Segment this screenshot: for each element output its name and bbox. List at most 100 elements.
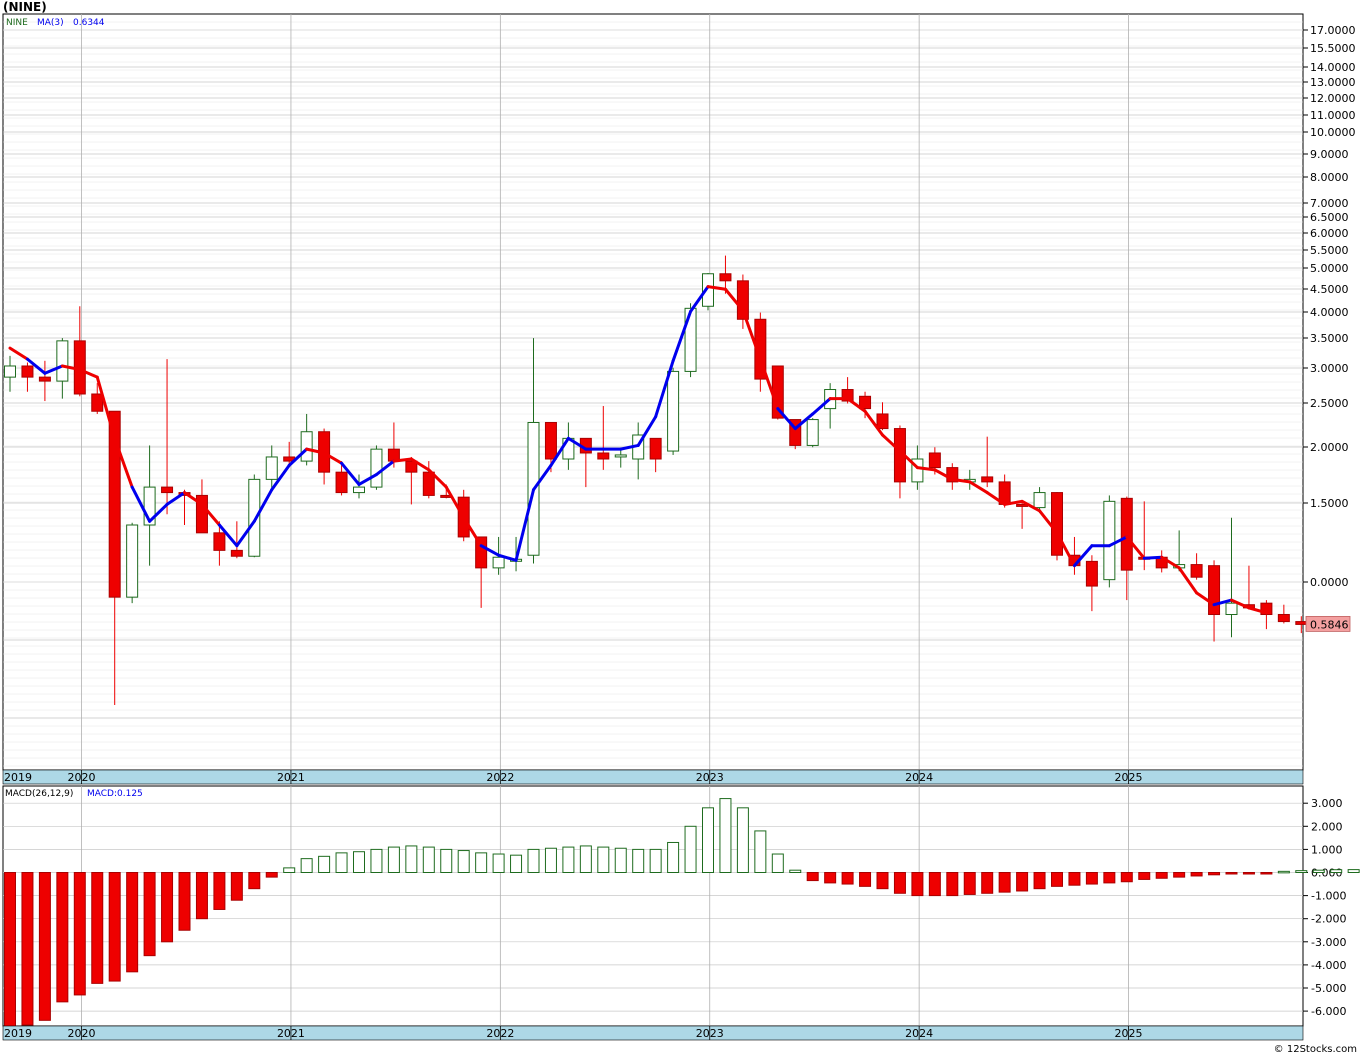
candle-up [265, 456, 278, 480]
macd-bar-negative [143, 872, 156, 957]
price-legend: NINE MA(3) 0.6344 [6, 18, 105, 28]
candle-down [213, 532, 226, 551]
macd-bar-positive [719, 798, 732, 874]
macd-bar-positive [562, 846, 575, 874]
candle-down [161, 486, 174, 494]
macd-panel: 3.0002.0001.0000.000-1.000-2.000-3.000-4… [2, 785, 1360, 1041]
macd-bar-positive [614, 847, 627, 873]
year-label: 2021 [277, 771, 305, 784]
macd-bar-negative [1155, 872, 1168, 879]
candle-up [684, 307, 697, 372]
macd-bar-negative [178, 872, 191, 931]
price-tick-label: 4.5000 [1310, 283, 1349, 296]
candle-down [230, 549, 243, 557]
macd-bar-positive [544, 847, 557, 873]
ma-segment [1142, 555, 1164, 560]
macd-bar-negative [56, 872, 69, 1003]
macd-bar-positive [318, 855, 331, 874]
macd-bar-negative [213, 872, 226, 910]
macd-bar-negative [91, 872, 104, 984]
price-tick-label: 17.0000 [1310, 24, 1356, 37]
price-tick-label: 5.5000 [1310, 244, 1349, 257]
legend-symbol: NINE [6, 18, 28, 28]
macd-year-label: 2025 [1115, 1027, 1143, 1040]
candle-down [335, 471, 348, 494]
macd-year-label: 2021 [277, 1027, 305, 1040]
macd-bar-negative [38, 872, 51, 1021]
macd-bar-negative [1103, 872, 1116, 884]
macd-bar-negative [73, 872, 86, 996]
price-tick-label: 4.0000 [1310, 306, 1349, 319]
macd-bar-negative [1051, 872, 1063, 887]
macd-year-label: 2019 [4, 1027, 32, 1040]
price-tick-label: 2.5000 [1310, 397, 1349, 410]
macd-bar-negative [195, 872, 208, 920]
macd-bar-positive [1312, 869, 1325, 874]
candle-down [1208, 565, 1221, 616]
candle-down [1051, 492, 1063, 556]
last-price-label: 0.5846 [1310, 618, 1349, 631]
legend-ma-value: 0.6344 [73, 18, 105, 28]
macd-legend-value: MACD:0.125 [87, 789, 143, 799]
macd-bar-negative [1208, 872, 1221, 876]
macd-bar-negative [928, 872, 941, 897]
ma-segment [392, 457, 413, 463]
macd-bar-positive [1277, 870, 1290, 874]
candle-down [1295, 621, 1308, 625]
macd-bar-negative [230, 872, 243, 901]
macd-bar-negative [1016, 872, 1029, 892]
candle-up [492, 556, 505, 569]
macd-bar-negative [248, 872, 261, 890]
price-tick-label: 3.5000 [1310, 332, 1349, 345]
macd-bar-positive [789, 869, 802, 874]
macd-tick-label: 1.000 [1311, 843, 1343, 856]
price-year-axis [2, 769, 1304, 785]
macd-bar-positive [300, 858, 313, 874]
candle-down [1190, 564, 1203, 578]
macd-bar-positive [457, 850, 470, 873]
year-label: 2022 [486, 771, 514, 784]
price-tick-label: 14.0000 [1310, 61, 1356, 74]
year-label: 2020 [68, 771, 96, 784]
year-label: 2023 [696, 771, 724, 784]
macd-bar-negative [1033, 872, 1046, 890]
macd-bar-negative [1138, 872, 1151, 880]
year-label: 2025 [1115, 771, 1143, 784]
macd-year-label: 2023 [696, 1027, 724, 1040]
macd-year-label: 2020 [68, 1027, 96, 1040]
macd-bar-positive [370, 848, 383, 874]
candle-up [667, 370, 680, 452]
candle-up [56, 340, 69, 382]
macd-bar-positive [387, 846, 400, 874]
candle-up [1033, 492, 1046, 509]
price-tick-label: 1.5000 [1310, 497, 1349, 510]
macd-bar-negative [1068, 872, 1081, 886]
price-tick-label: 6.0000 [1310, 227, 1349, 240]
macd-tick-label: -3.000 [1311, 936, 1346, 949]
price-tick-label: 5.0000 [1310, 262, 1349, 275]
candle-up [300, 431, 313, 462]
macd-bar-positive [771, 853, 784, 874]
macd-bar-positive [1330, 869, 1343, 874]
macd-bar-negative [824, 872, 837, 884]
macd-year-label: 2024 [905, 1027, 933, 1040]
macd-bar-negative [1190, 872, 1203, 877]
price-tick-label: 10.0000 [1310, 126, 1356, 139]
macd-bar-positive [1295, 870, 1308, 873]
macd-bar-negative [946, 872, 959, 897]
macd-bar-negative [1173, 872, 1186, 878]
candle-down [544, 421, 557, 460]
macd-year-axis [2, 1025, 1304, 1041]
macd-tick-label: 3.000 [1311, 797, 1343, 810]
year-label: 2024 [905, 771, 933, 784]
candle-down [876, 413, 889, 430]
macd-bar-positive [405, 845, 418, 873]
price-tick-label: 11.0000 [1310, 109, 1356, 122]
candle-down [597, 452, 610, 460]
price-tick-label: 6.5000 [1310, 211, 1349, 224]
price-tick-label: 12.0000 [1310, 92, 1356, 105]
candle-up [806, 419, 819, 446]
macd-bar-negative [859, 872, 872, 887]
macd-bar-negative [806, 872, 819, 882]
macd-bar-negative [108, 872, 121, 982]
